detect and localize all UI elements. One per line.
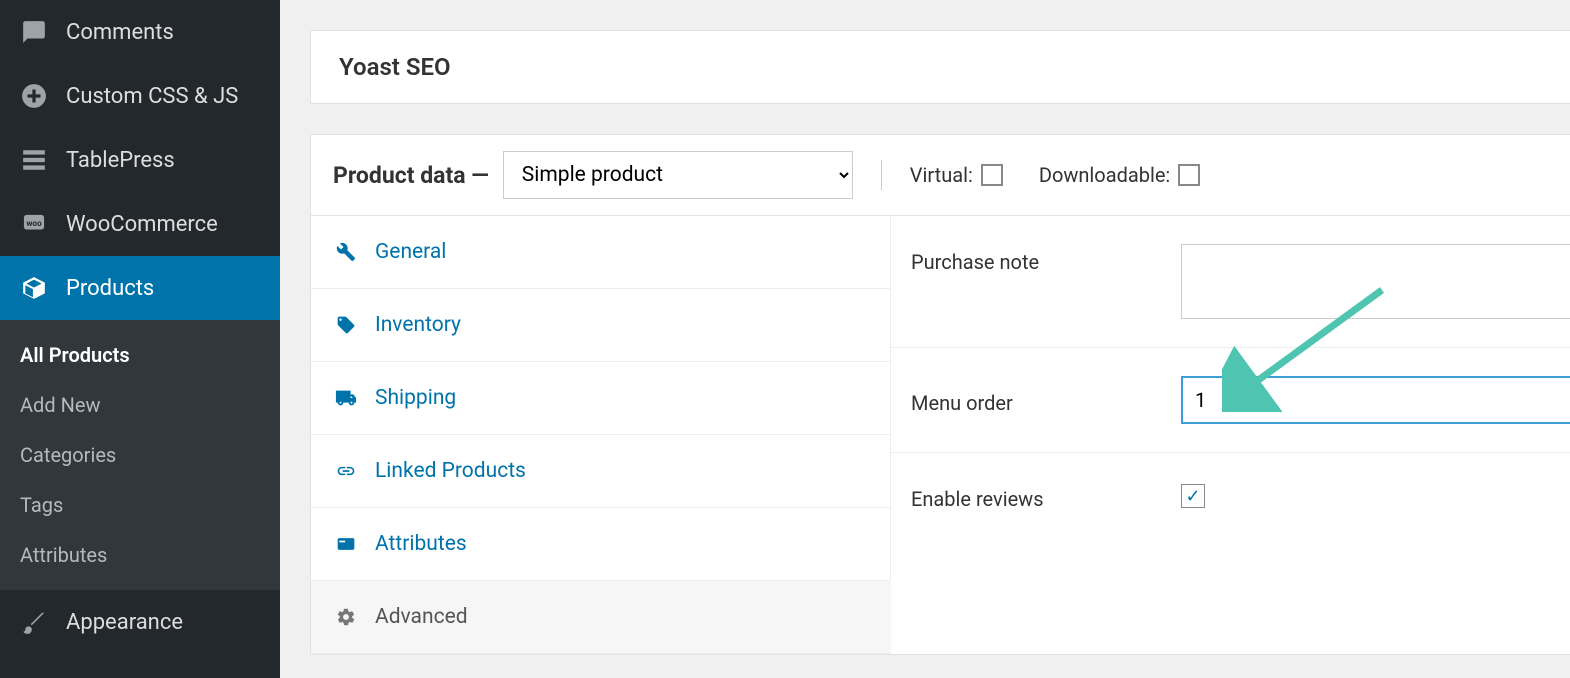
menu-order-label: Menu order [911, 385, 1141, 415]
comment-icon [20, 18, 48, 46]
sidebar-item-woocommerce[interactable]: woo WooCommerce [0, 192, 280, 256]
submenu-item-tags[interactable]: Tags [0, 480, 280, 530]
tab-advanced-content: Purchase note Menu order Enable reviews … [891, 216, 1570, 654]
svg-text:woo: woo [26, 219, 42, 229]
sidebar-item-tablepress[interactable]: TablePress [0, 128, 280, 192]
downloadable-checkbox-label[interactable]: Downloadable: [1039, 163, 1200, 187]
menu-order-input[interactable] [1181, 376, 1570, 424]
box-icon [20, 274, 48, 302]
product-data-body: General Inventory Shipping Linked Produc… [311, 216, 1570, 654]
admin-sidebar: Comments Custom CSS & JS TablePress woo … [0, 0, 280, 678]
sidebar-item-label: Products [66, 276, 154, 301]
enable-reviews-checkbox[interactable]: ✓ [1181, 484, 1205, 508]
submenu-item-all-products[interactable]: All Products [0, 330, 280, 380]
sidebar-item-label: Custom CSS & JS [66, 84, 238, 109]
row-enable-reviews: Enable reviews ✓ [891, 453, 1570, 539]
enable-reviews-label: Enable reviews [911, 481, 1141, 511]
tab-advanced[interactable]: Advanced [311, 581, 891, 654]
sidebar-submenu-products: All Products Add New Categories Tags Att… [0, 320, 280, 590]
product-type-select[interactable]: Simple product [503, 151, 853, 199]
list-icon [20, 146, 48, 174]
tag-icon [335, 314, 357, 336]
woo-icon: woo [20, 210, 48, 238]
truck-icon [335, 387, 357, 409]
yoast-seo-panel: Yoast SEO [310, 30, 1570, 104]
downloadable-checkbox[interactable] [1178, 164, 1200, 186]
product-data-label: Product data — [333, 162, 489, 189]
virtual-checkbox[interactable] [981, 164, 1003, 186]
sidebar-item-label: Appearance [66, 610, 183, 635]
link-icon [335, 460, 357, 482]
tab-attributes[interactable]: Attributes [311, 508, 891, 581]
product-data-header: Product data — Simple product Virtual: D… [311, 135, 1570, 216]
sidebar-item-label: WooCommerce [66, 212, 218, 237]
virtual-checkbox-label[interactable]: Virtual: [910, 163, 1003, 187]
tab-shipping[interactable]: Shipping [311, 362, 891, 435]
sidebar-item-appearance[interactable]: Appearance [0, 590, 280, 654]
tab-linked-products[interactable]: Linked Products [311, 435, 891, 508]
main-content: Yoast SEO Product data — Simple product … [280, 0, 1570, 678]
card-icon [335, 533, 357, 555]
submenu-item-add-new[interactable]: Add New [0, 380, 280, 430]
submenu-item-attributes[interactable]: Attributes [0, 530, 280, 580]
brush-icon [20, 608, 48, 636]
plus-icon [20, 82, 48, 110]
yoast-title: Yoast SEO [311, 31, 1570, 103]
sidebar-item-label: TablePress [66, 148, 175, 173]
purchase-note-input[interactable] [1181, 244, 1570, 319]
row-menu-order: Menu order [891, 348, 1570, 453]
tab-inventory[interactable]: Inventory [311, 289, 891, 362]
row-purchase-note: Purchase note [891, 216, 1570, 348]
product-data-panel: Product data — Simple product Virtual: D… [310, 134, 1570, 655]
sidebar-item-label: Comments [66, 20, 174, 45]
purchase-note-label: Purchase note [911, 244, 1141, 274]
sidebar-item-products[interactable]: Products [0, 256, 280, 320]
gear-icon [335, 606, 357, 628]
submenu-item-categories[interactable]: Categories [0, 430, 280, 480]
sidebar-item-custom-css-js[interactable]: Custom CSS & JS [0, 64, 280, 128]
wrench-icon [335, 241, 357, 263]
sidebar-item-comments[interactable]: Comments [0, 0, 280, 64]
divider [881, 160, 882, 190]
product-data-tabs: General Inventory Shipping Linked Produc… [311, 216, 891, 654]
tab-general[interactable]: General [311, 216, 891, 289]
